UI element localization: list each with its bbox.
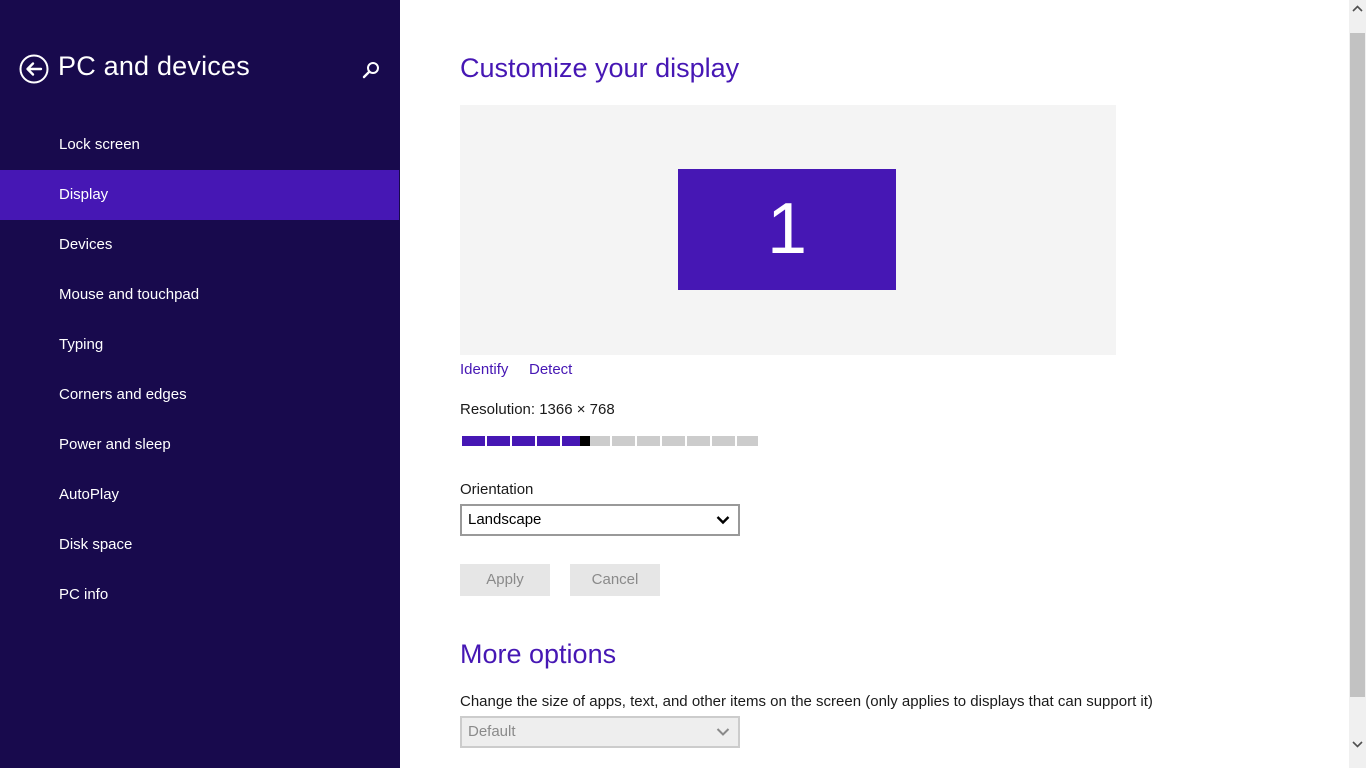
size-description: Change the size of apps, text, and other… bbox=[460, 693, 1153, 710]
sidebar-item-devices[interactable]: Devices bbox=[0, 220, 400, 270]
sidebar-item-typing[interactable]: Typing bbox=[0, 320, 400, 370]
sidebar-item-mouse-and-touchpad[interactable]: Mouse and touchpad bbox=[0, 270, 400, 320]
resolution-label: Resolution: 1366 × 768 bbox=[460, 401, 615, 418]
slider-thumb[interactable] bbox=[580, 436, 590, 446]
identify-link[interactable]: Identify bbox=[460, 361, 508, 378]
sidebar-nav: Lock screen Display Devices Mouse and to… bbox=[0, 120, 400, 620]
monitor-1-tile[interactable]: 1 bbox=[678, 169, 896, 290]
orientation-dropdown[interactable]: Landscape bbox=[460, 504, 740, 536]
sidebar-item-power-and-sleep[interactable]: Power and sleep bbox=[0, 420, 400, 470]
orientation-label: Orientation bbox=[460, 481, 534, 498]
slider-ticks bbox=[460, 436, 760, 446]
scrollbar-thumb[interactable] bbox=[1350, 33, 1365, 697]
size-dropdown[interactable]: Default bbox=[460, 716, 740, 748]
chevron-down-icon bbox=[716, 728, 730, 736]
slider-tick bbox=[535, 436, 537, 446]
size-value: Default bbox=[468, 723, 516, 740]
more-options-heading: More options bbox=[460, 639, 617, 669]
sidebar-item-corners-and-edges[interactable]: Corners and edges bbox=[0, 370, 400, 420]
sidebar: PC and devices Lock screen Display Devic… bbox=[0, 0, 400, 768]
cancel-button[interactable]: Cancel bbox=[570, 564, 660, 596]
slider-tick bbox=[460, 436, 462, 446]
search-icon[interactable] bbox=[360, 59, 382, 81]
back-arrow-icon[interactable] bbox=[19, 54, 49, 84]
scroll-up-arrow-icon[interactable] bbox=[1349, 0, 1366, 17]
main-content: Customize your display 1 Identify Detect… bbox=[400, 0, 1349, 768]
page-title: PC and devices bbox=[58, 51, 250, 81]
sidebar-item-display[interactable]: Display bbox=[0, 170, 399, 220]
slider-tick bbox=[610, 436, 612, 446]
sidebar-item-autoplay[interactable]: AutoPlay bbox=[0, 470, 400, 520]
slider-tick bbox=[560, 436, 562, 446]
apply-button[interactable]: Apply bbox=[460, 564, 550, 596]
scroll-down-arrow-icon[interactable] bbox=[1349, 736, 1366, 753]
slider-tick bbox=[510, 436, 512, 446]
display-arrangement-area: 1 bbox=[460, 105, 1116, 355]
slider-tick bbox=[758, 436, 760, 446]
sidebar-item-disk-space[interactable]: Disk space bbox=[0, 520, 400, 570]
slider-tick bbox=[485, 436, 487, 446]
detect-link[interactable]: Detect bbox=[529, 361, 572, 378]
slider-tick bbox=[660, 436, 662, 446]
resolution-slider[interactable] bbox=[460, 436, 760, 446]
sidebar-item-lock-screen[interactable]: Lock screen bbox=[0, 120, 400, 170]
slider-tick bbox=[735, 436, 737, 446]
chevron-down-icon bbox=[716, 516, 730, 525]
slider-tick bbox=[710, 436, 712, 446]
slider-tick bbox=[635, 436, 637, 446]
orientation-value: Landscape bbox=[468, 511, 542, 528]
customize-display-heading: Customize your display bbox=[460, 53, 740, 83]
slider-tick bbox=[685, 436, 687, 446]
vertical-scrollbar[interactable] bbox=[1349, 0, 1366, 768]
sidebar-item-pc-info[interactable]: PC info bbox=[0, 570, 400, 620]
